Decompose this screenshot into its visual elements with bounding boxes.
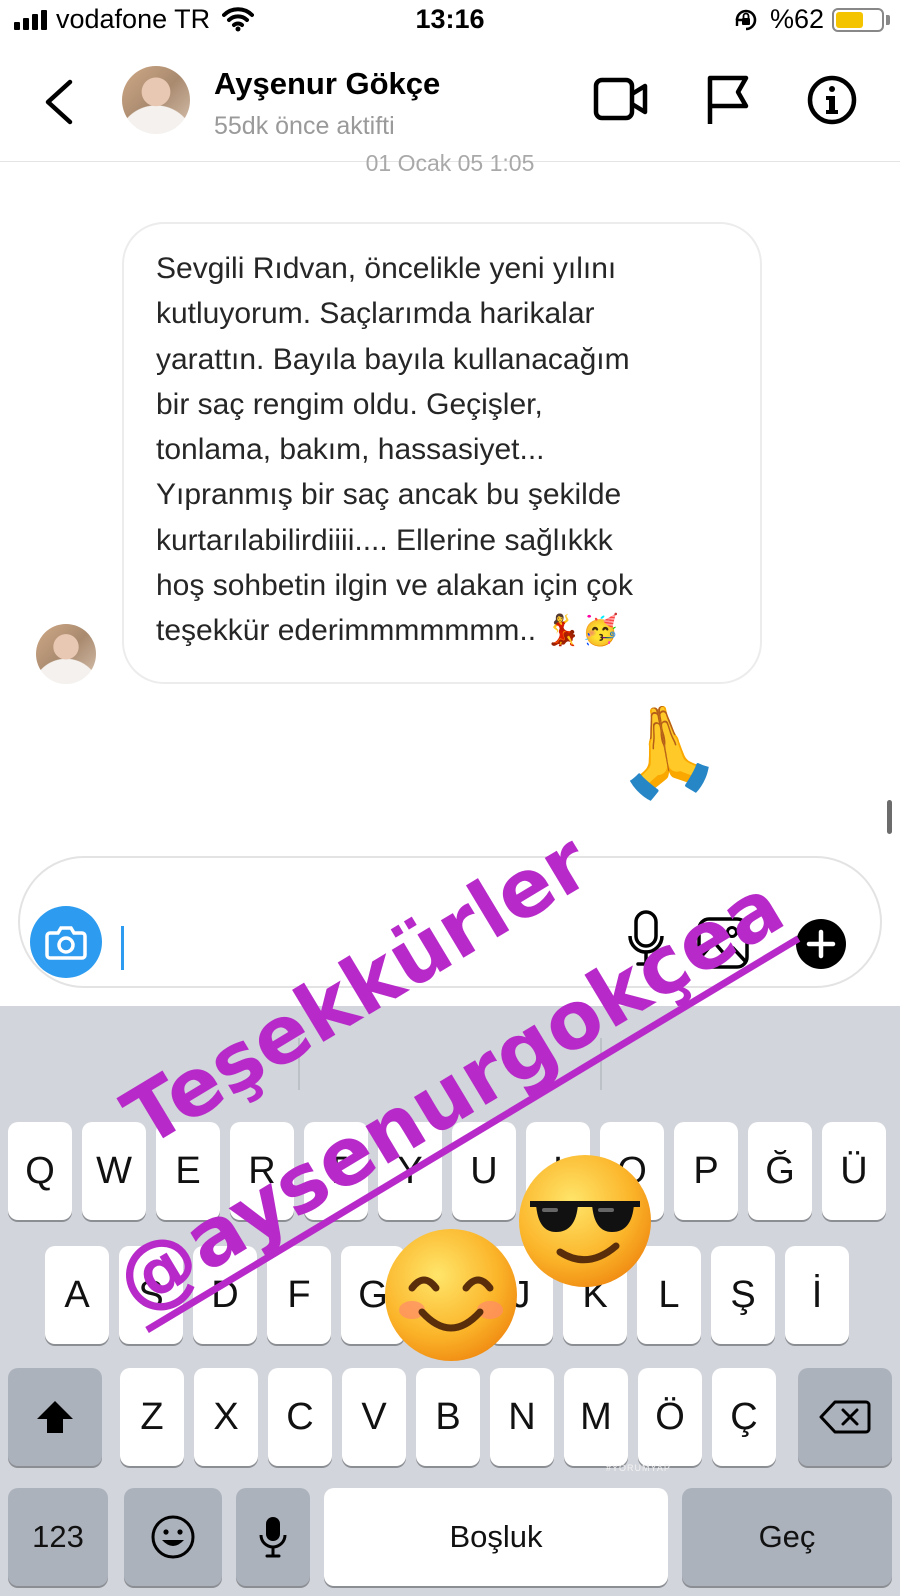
key-g[interactable]: G	[341, 1246, 405, 1344]
key-l[interactable]: L	[637, 1246, 701, 1344]
key-ö[interactable]: Ö	[638, 1368, 702, 1466]
contact-avatar[interactable]	[122, 66, 190, 134]
key-p[interactable]: P	[674, 1122, 738, 1220]
shift-key[interactable]	[8, 1368, 102, 1466]
message-text: Sevgili Rıdvan, öncelikle yeni yılını ku…	[156, 252, 633, 648]
camera-button[interactable]	[30, 906, 102, 978]
key-z[interactable]: Z	[120, 1368, 184, 1466]
key-s[interactable]: S	[119, 1246, 183, 1344]
key-o[interactable]: O	[600, 1122, 664, 1220]
contact-status: 55dk önce aktifti	[214, 112, 395, 140]
battery-level	[836, 12, 863, 28]
key-h[interactable]: H	[415, 1246, 479, 1344]
clock: 13:16	[415, 4, 485, 34]
key-a[interactable]: A	[45, 1246, 109, 1344]
praying-hands-emoji: 🙏	[604, 694, 727, 808]
microphone-icon[interactable]	[626, 906, 666, 972]
sender-avatar[interactable]	[36, 624, 96, 684]
video-call-icon[interactable]	[593, 74, 649, 124]
contact-name[interactable]: Ayşenur Gökçe	[214, 66, 440, 102]
key-e[interactable]: E	[156, 1122, 220, 1220]
keyboard: QWERTYUIOPĞÜ ASDFGHJKLŞİ ZXCVBNMÖÇ 123 B…	[0, 1006, 900, 1596]
key-t[interactable]: T	[304, 1122, 368, 1220]
camera-icon	[45, 926, 87, 960]
delete-key[interactable]	[798, 1368, 892, 1466]
key-y[interactable]: Y	[378, 1122, 442, 1220]
dictation-key[interactable]	[236, 1488, 310, 1586]
key-ü[interactable]: Ü	[822, 1122, 886, 1220]
key-m[interactable]: M	[564, 1368, 628, 1466]
key-b[interactable]: B	[416, 1368, 480, 1466]
key-i[interactable]: I	[526, 1122, 590, 1220]
key-ğ[interactable]: Ğ	[748, 1122, 812, 1220]
battery-percentage: %62	[770, 4, 825, 34]
chat-header: Ayşenur Gökçe 55dk önce aktifti	[0, 40, 900, 162]
status-bar: vodafone TR 13:16 %62	[0, 0, 900, 40]
key-r[interactable]: R	[230, 1122, 294, 1220]
backspace-icon	[819, 1400, 871, 1434]
key-f[interactable]: F	[267, 1246, 331, 1344]
space-key[interactable]: Boşluk	[324, 1488, 668, 1586]
battery-cap	[886, 15, 890, 25]
text-cursor	[121, 926, 124, 970]
key-j[interactable]: J	[489, 1246, 553, 1344]
report-flag-icon[interactable]	[704, 74, 752, 126]
prediction-divider	[298, 1038, 300, 1090]
back-chevron-icon[interactable]	[38, 76, 82, 128]
key-c[interactable]: C	[268, 1368, 332, 1466]
microphone-icon	[259, 1517, 287, 1558]
shift-arrow-icon	[37, 1401, 73, 1433]
info-icon[interactable]	[806, 74, 858, 126]
key-n[interactable]: N	[490, 1368, 554, 1466]
gallery-icon[interactable]	[696, 916, 750, 970]
key-ş[interactable]: Ş	[711, 1246, 775, 1344]
key-w[interactable]: W	[82, 1122, 146, 1220]
key-ç[interactable]: Ç	[712, 1368, 776, 1466]
battery-icon	[832, 8, 884, 32]
key-i̇[interactable]: İ	[785, 1246, 849, 1344]
key-u[interactable]: U	[452, 1122, 516, 1220]
message-composer[interactable]	[18, 856, 882, 988]
rotation-lock-icon	[735, 9, 757, 31]
key-q[interactable]: Q	[8, 1122, 72, 1220]
emoji-key[interactable]	[124, 1488, 222, 1586]
message-date-separator: 01 Ocak 05 1:05	[365, 150, 535, 176]
emoji-face-icon	[151, 1515, 195, 1559]
message-bubble[interactable]: Sevgili Rıdvan, öncelikle yeni yılını ku…	[122, 222, 762, 684]
add-plus-icon[interactable]	[795, 918, 847, 970]
key-v[interactable]: V	[342, 1368, 406, 1466]
scroll-indicator[interactable]	[887, 800, 892, 834]
key-x[interactable]: X	[194, 1368, 258, 1466]
key-d[interactable]: D	[193, 1246, 257, 1344]
key-k[interactable]: K	[563, 1246, 627, 1344]
return-key[interactable]: Geç	[682, 1488, 892, 1586]
numbers-key[interactable]: 123	[8, 1488, 108, 1586]
prediction-divider	[600, 1038, 602, 1090]
